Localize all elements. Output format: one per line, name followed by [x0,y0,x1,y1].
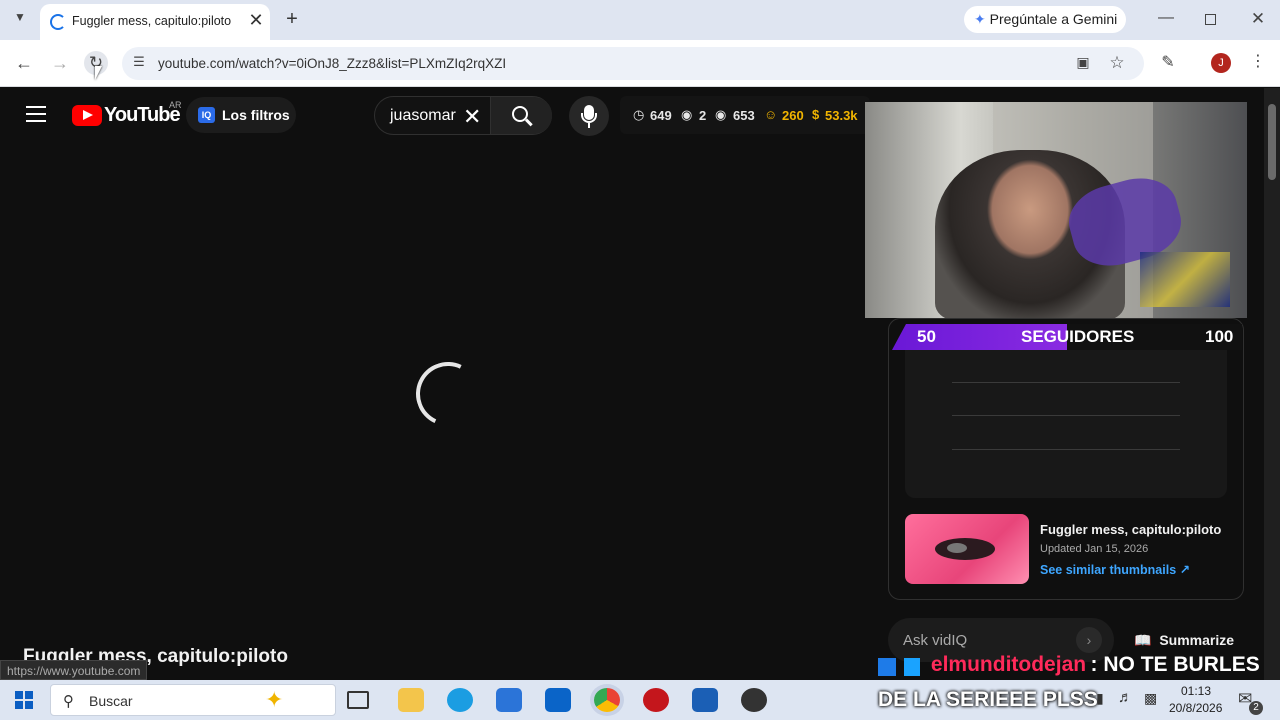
money-icon: $ [812,107,820,122]
obs-icon[interactable] [741,688,767,712]
stat-views: 653 [733,108,755,123]
country-code: AR [169,100,182,110]
youtube-logo[interactable]: YouTube AR [72,100,182,128]
stat-subs: 260 [782,108,804,123]
browser-tab[interactable]: Fuggler mess, capitulo:piloto - ✕ [40,4,270,40]
panel-updated: Updated Jan 15, 2026 [1040,543,1149,555]
gemini-button[interactable]: ✦ Pregúntale a Gemini [964,6,1126,33]
volume-icon[interactable]: ♬ [1118,689,1133,706]
vidiq-placeholder-box [905,330,1227,498]
search-query: juasomar [390,107,456,124]
loading-icon [50,14,66,30]
chrome-icon[interactable] [594,688,620,712]
bookmark-star-icon[interactable]: ☆ [1108,54,1126,72]
start-button[interactable] [15,691,33,709]
network-icon[interactable]: ▮ [1096,690,1104,707]
chat-badge-icon [904,657,921,676]
placeholder-line [952,415,1180,416]
summarize-label: Summarize [1159,632,1235,648]
notification-badge: 2 [1249,701,1263,715]
external-link-icon: ↗ [1179,563,1191,577]
taskbar-search-placeholder: Buscar [89,693,133,709]
address-bar[interactable]: ☰ youtube.com/watch?v=0iOnJ8_Zzz8&list=P… [122,47,1144,80]
restore-icon[interactable] [1205,14,1216,25]
back-icon[interactable]: ← [14,54,34,74]
clear-search-icon[interactable]: ✕ [463,104,481,130]
chat-message-line2: DE LA SERIEEE PLSS [878,688,1098,711]
extensions-icon[interactable]: ✎ [1158,55,1178,75]
profile-avatar[interactable]: J [1211,53,1231,73]
close-tab-icon[interactable]: ✕ [246,10,266,30]
edge-icon[interactable] [447,688,473,712]
site-info-icon[interactable]: ☰ [130,55,148,73]
task-view-icon[interactable] [347,691,369,709]
clock-icon: ◷ [633,107,645,122]
ask-placeholder: Ask vidIQ [903,632,968,649]
follower-goal: 100 [1205,327,1234,346]
send-arrow-icon[interactable]: › [1076,627,1102,653]
scrollbar-thumb[interactable] [1268,104,1276,180]
webcam-overlay [865,102,1247,318]
follower-current: 50 [917,327,936,346]
stat-time: 649 [650,108,672,123]
stat-earnings: 53.3k [825,108,858,123]
search-highlight-icon: ✦ [265,687,284,712]
gemini-label: Pregúntale a Gemini [989,11,1118,27]
similar-thumbnails-link[interactable]: See similar thumbnails ↗ [1040,562,1190,577]
search-icon: ⚲ [63,693,74,710]
url-text: youtube.com/watch?v=0iOnJ8_Zzz8&list=PLX… [158,56,507,71]
battery-icon[interactable]: ▩ [1144,690,1157,707]
person-icon: ☺ [764,107,778,122]
panel-video-title: Fuggler mess, capitulo:piloto [1040,522,1222,537]
store-icon[interactable] [496,688,522,712]
clock-date[interactable]: 20/8/2026 [1169,701,1222,715]
book-icon: 📖 [1134,632,1152,648]
video-thumbnail[interactable] [905,514,1029,584]
vidiq-stats-bar: ◷ 649 ◉ 2 ◉ 653 ☺ 260 $ 53.3k [620,96,870,134]
file-explorer-icon[interactable] [398,688,424,712]
tab-search-icon[interactable]: ▼ [10,11,30,29]
similar-link-text: See similar thumbnails [1040,563,1177,577]
taskbar-search[interactable]: ⚲ Buscar ✦ [50,684,336,716]
chat-platform-icon [878,657,896,676]
vidiq-filters-button[interactable]: IQ Los filtros [186,97,296,133]
follower-label: SEGUIDORES [1021,327,1135,346]
outlook-icon[interactable] [545,688,571,712]
search-button[interactable] [490,97,552,134]
gemini-icon: ✦ [974,11,986,27]
app-red-icon[interactable] [643,688,669,712]
security-shield-icon[interactable] [692,688,718,712]
chat-username: elmunditodejan [930,653,1087,676]
eye-icon: ◉ [681,107,693,122]
vidiq-icon: IQ [198,107,215,123]
placeholder-line [952,382,1180,383]
status-bubble: https://www.youtube.com [0,660,148,680]
tab-title: Fuggler mess, capitulo:piloto - [72,14,232,28]
stat-views-small: 2 [699,108,707,123]
summarize-button[interactable]: 📖 Summarize [1134,632,1234,649]
chat-message: : NO TE BURLES [1090,653,1260,676]
youtube-play-icon [72,105,102,126]
voice-search-button[interactable] [569,96,609,136]
hamburger-menu-icon[interactable] [26,106,46,122]
clock-time[interactable]: 01:13 [1181,684,1211,698]
placeholder-line [952,449,1180,450]
menu-kebab-icon[interactable]: ⋮ [1250,54,1266,74]
new-tab-button[interactable]: + [282,8,302,30]
chat-overlay: elmunditodejan : NO TE BURLES [878,653,1278,677]
install-app-icon[interactable]: ▣ [1074,55,1092,73]
filters-label: Los filtros [222,107,290,123]
views-icon: ◉ [715,107,727,122]
forward-icon[interactable]: → [50,54,70,74]
close-window-icon[interactable]: ✕ [1248,10,1268,30]
minimize-icon[interactable]: — [1156,10,1176,30]
mouse-cursor [95,66,102,80]
